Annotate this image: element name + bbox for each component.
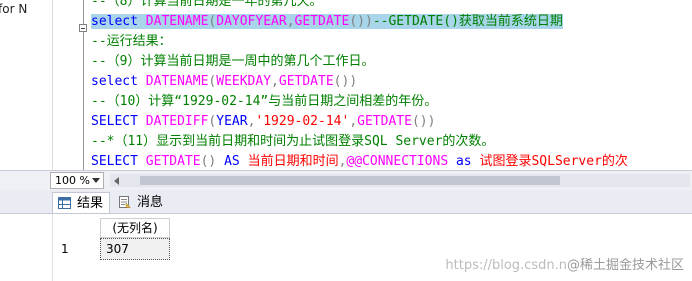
code-line-text: --（9）计算当前日期是一周中的第几个工作日。 (91, 54, 374, 69)
code-token: --（8）计算当前日期是一年的第几天。 (91, 0, 323, 9)
code-line-text: --（10）计算“1929-02-14”与当前日期之间相差的年份。 (91, 94, 437, 109)
code-token: 试图登录SQLServer的次 (479, 154, 628, 169)
code-line-text: --*（11）显示到当前日期和时间为止试图登录SQL Server的次数。 (91, 134, 494, 149)
chevron-down-icon[interactable] (92, 178, 100, 183)
code-token: GETDATE (294, 14, 350, 29)
watermark-brand: @稀土掘金技术社区 (566, 258, 684, 273)
zoom-bar: 100 % (0, 170, 692, 190)
code-line-text: --（8）计算当前日期是一年的第几天。 (91, 0, 322, 9)
grid-left-pane (0, 214, 53, 281)
code-line[interactable]: --（8）计算当前日期是一年的第几天。 (91, 0, 692, 12)
code-token: WEEKDAY (216, 74, 272, 89)
code-token: as (455, 154, 480, 169)
code-token: DATEDIFF (145, 114, 209, 129)
code-token: SELECT (91, 154, 146, 169)
code-token: DATENAME (145, 74, 209, 89)
code-line-text: select DATENAME(WEEKDAY,GETDATE()) (91, 74, 357, 89)
scroll-left-arrow-icon[interactable] (114, 177, 119, 185)
code-token: DAYOFYEAR (216, 14, 287, 29)
code-token: ()) (349, 14, 373, 29)
code-line-text: SELECT DATEDIFF(YEAR,'1929-02-14',GETDAT… (91, 114, 435, 129)
code-line-text: --运行结果： (91, 34, 172, 49)
horizontal-scrollbar[interactable] (110, 174, 690, 187)
row-number[interactable]: 1 (55, 238, 99, 260)
column-header[interactable]: (无列名) (100, 218, 170, 238)
code-token: GETDATE (357, 114, 412, 129)
code-line[interactable]: SELECT DATEDIFF(YEAR,'1929-02-14',GETDAT… (91, 112, 692, 132)
tab-results-label: 结果 (77, 196, 104, 211)
grid-icon (58, 197, 71, 209)
code-token: GETDATE (145, 154, 201, 169)
code-token: GETDATE (278, 74, 334, 89)
results-grid[interactable]: (无列名) 1 307 https://blog.csdn.n@稀土掘金技术社区 (0, 214, 692, 281)
object-explorer-pane: for N (0, 0, 53, 170)
code-token: 当前日期和时间 (247, 154, 339, 169)
code-line[interactable]: SELECT GETDATE() AS 当前日期和时间,@@CONNECTION… (91, 152, 692, 170)
result-cell[interactable]: 307 (100, 238, 170, 260)
truncated-label: for N (0, 2, 28, 16)
code-line-text: SELECT GETDATE() AS 当前日期和时间,@@CONNECTION… (91, 154, 628, 169)
code-token: , (286, 14, 295, 29)
watermark-site: https://blog.csdn.n (445, 258, 567, 273)
code-lines[interactable]: --（8）计算当前日期是一年的第几天。 select DATENAME(DAYOF… (91, 0, 692, 170)
code-line[interactable]: select DATENAME(WEEKDAY,GETDATE()) (91, 72, 692, 92)
code-token: DATENAME (145, 14, 209, 29)
zoom-select[interactable]: 100 % (50, 172, 104, 189)
message-icon (119, 196, 131, 208)
code-line[interactable]: --*（11）显示到当前日期和时间为止试图登录SQL Server的次数。 (91, 132, 692, 152)
code-token: '1929-02-14' (255, 114, 350, 129)
tab-messages[interactable]: 消息 (113, 192, 169, 213)
code-token: YEAR (216, 114, 248, 129)
code-line[interactable]: --运行结果： (91, 32, 692, 52)
code-token: , (271, 74, 279, 89)
code-token: SELECT (91, 114, 146, 129)
code-token: () (200, 154, 225, 169)
tab-results[interactable]: 结果 (52, 192, 110, 213)
code-token: --*（11）显示到当前日期和时间为止试图登录SQL Server的次数。 (91, 134, 495, 149)
code-token: ()) (333, 74, 358, 89)
code-token: , (349, 114, 358, 129)
tab-messages-label: 消息 (137, 195, 164, 210)
code-line[interactable]: --（9）计算当前日期是一周中的第几个工作日。 (91, 52, 692, 72)
code-token: --（9）计算当前日期是一周中的第几个工作日。 (91, 54, 375, 69)
zoom-value: 100 % (55, 174, 90, 187)
code-token: select (91, 14, 146, 29)
code-token: AS (224, 154, 248, 169)
code-token: @@CONNECTIONS (346, 154, 456, 169)
code-line[interactable]: select DATENAME(DAYOFYEAR,GETDATE())--GE… (91, 12, 692, 32)
scrollbar-thumb[interactable] (140, 176, 560, 185)
watermark: https://blog.csdn.n@稀土掘金技术社区 (445, 254, 684, 273)
code-token: --GETDATE()获取当前系统日期 (372, 14, 563, 29)
code-token: --运行结果： (91, 34, 172, 49)
code-token: select (91, 74, 146, 89)
query-editor[interactable]: --（8）计算当前日期是一年的第几天。 select DATENAME(DAYOF… (53, 0, 692, 170)
code-line-text: select DATENAME(DAYOFYEAR,GETDATE())--GE… (91, 14, 563, 29)
code-line[interactable]: --（10）计算“1929-02-14”与当前日期之间相差的年份。 (91, 92, 692, 112)
code-token: ()) (411, 114, 436, 129)
collapse-outline-icon[interactable] (79, 24, 87, 32)
code-token: --（10）计算“1929-02-14”与当前日期之间相差的年份。 (91, 94, 438, 109)
results-tabs: 结果 消息 (0, 190, 692, 214)
